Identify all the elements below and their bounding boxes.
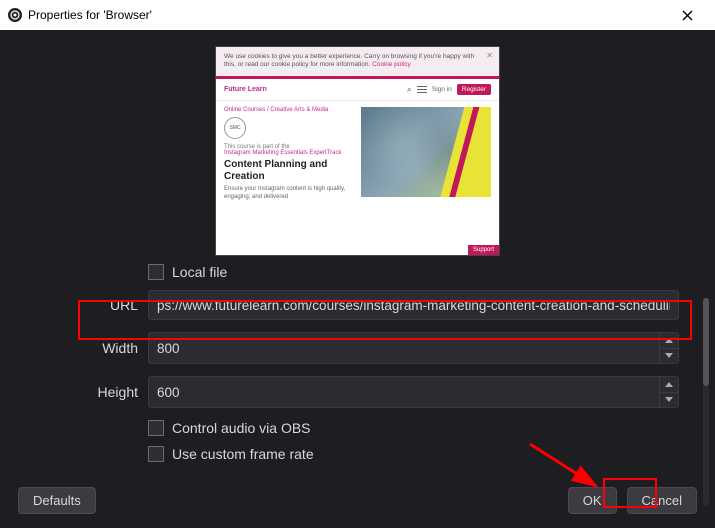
ok-button[interactable]: OK <box>568 487 617 514</box>
height-step-down[interactable] <box>660 393 678 408</box>
width-step-down[interactable] <box>660 349 678 364</box>
breadcrumb: Online Courses / Creative Arts & Media <box>224 107 355 113</box>
signin-link: Sign in <box>432 86 452 93</box>
browser-preview: We use cookies to give you a better expe… <box>215 46 500 256</box>
course-badge-icon: SMC <box>224 117 246 139</box>
register-button: Register <box>457 84 491 95</box>
url-input[interactable] <box>148 290 679 320</box>
search-icon: ⌕ <box>407 84 412 95</box>
height-label: Height <box>88 384 138 400</box>
scrollbar-thumb[interactable] <box>703 298 709 386</box>
track-link: Instagram Marketing Essentials ExpertTra… <box>224 150 355 156</box>
height-input[interactable] <box>148 376 659 408</box>
app-icon <box>8 8 22 22</box>
close-button[interactable] <box>667 0 707 30</box>
defaults-button[interactable]: Defaults <box>18 487 96 514</box>
control-audio-checkbox[interactable] <box>148 420 164 436</box>
course-desc: Ensure your Instagram content is high qu… <box>224 186 355 202</box>
cookie-policy-link: Cookie policy <box>372 61 411 68</box>
titlebar: Properties for 'Browser' <box>0 0 715 30</box>
cancel-button[interactable]: Cancel <box>627 487 697 514</box>
custom-framerate-label: Use custom frame rate <box>172 446 314 462</box>
cookie-close-icon: ✕ <box>486 51 493 61</box>
menu-icon <box>417 86 427 94</box>
width-input[interactable] <box>148 332 659 364</box>
cookie-text: We use cookies to give you a better expe… <box>224 53 474 68</box>
url-label: URL <box>88 297 138 313</box>
support-badge: Support <box>468 245 499 255</box>
control-audio-label: Control audio via OBS <box>172 420 311 436</box>
course-heading: Content Planning and Creation <box>224 159 355 183</box>
window-title: Properties for 'Browser' <box>28 8 152 22</box>
local-file-checkbox[interactable] <box>148 264 164 280</box>
site-logo: Future Learn <box>224 86 267 93</box>
width-label: Width <box>88 340 138 356</box>
properties-scrollbar[interactable] <box>703 298 709 506</box>
hero-image <box>361 107 491 197</box>
local-file-label: Local file <box>172 264 227 280</box>
width-step-up[interactable] <box>660 333 678 349</box>
custom-framerate-checkbox[interactable] <box>148 446 164 462</box>
height-step-up[interactable] <box>660 377 678 393</box>
